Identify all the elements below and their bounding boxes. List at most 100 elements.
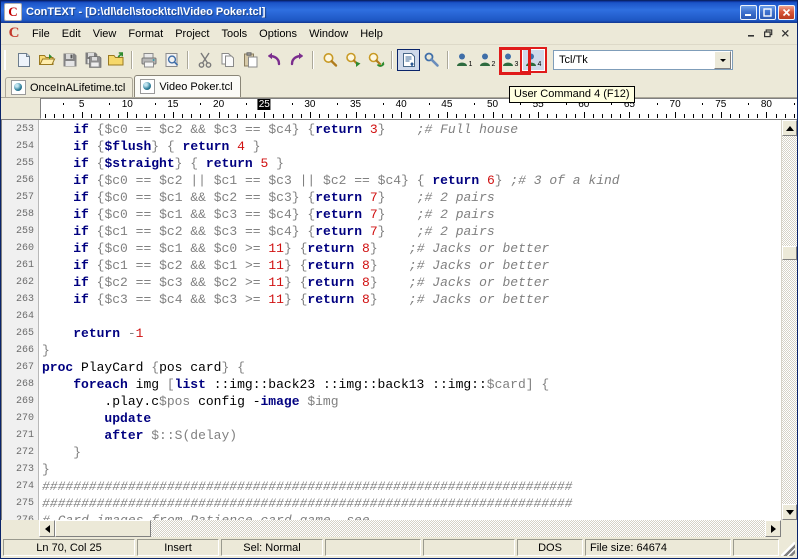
code-line[interactable]: if {$c0 == $c2 && $c3 == $c4} {return 3}…: [39, 121, 781, 138]
ruler-number: 20: [213, 99, 225, 110]
code-token: $c2: [323, 173, 347, 188]
code-line[interactable]: [39, 308, 781, 325]
user-command-1-icon[interactable]: 1: [453, 49, 476, 71]
ruler-tick: [693, 114, 695, 118]
highlighter-combo[interactable]: Tcl/Tk: [553, 50, 733, 70]
print-preview-icon[interactable]: [160, 49, 183, 71]
code-line[interactable]: proc PlayCard {pos card} {: [39, 359, 781, 376]
mdi-minimize-button[interactable]: [743, 27, 759, 41]
vertical-scroll-track[interactable]: [782, 136, 797, 504]
menu-item-help[interactable]: Help: [354, 25, 389, 43]
horizontal-scroll-thumb[interactable]: [55, 520, 151, 537]
toolbar-separator-3: [312, 51, 314, 69]
code-token: $c0: [213, 241, 238, 256]
menu-item-options[interactable]: Options: [253, 25, 303, 43]
ruler-tick: [702, 114, 704, 118]
new-file-icon[interactable]: [12, 49, 35, 71]
replace-icon[interactable]: [364, 49, 387, 71]
code-line[interactable]: if {$c0 == $c1 && $c3 == $c4} {return 7}…: [39, 206, 781, 223]
menu-item-project[interactable]: Project: [169, 25, 215, 43]
code-token: .play.c: [104, 394, 160, 409]
close-button[interactable]: [778, 4, 795, 20]
file-properties-icon[interactable]: [397, 49, 420, 71]
horizontal-scroll-track[interactable]: [55, 520, 765, 537]
menu-item-format[interactable]: Format: [122, 25, 169, 43]
code-line[interactable]: if {$c0 == $c1 && $c2 == $c3} {return 7}…: [39, 189, 781, 206]
copy-icon[interactable]: [216, 49, 239, 71]
compile-icon[interactable]: [420, 49, 443, 71]
scroll-down-button[interactable]: [782, 504, 797, 520]
toolbar-grip[interactable]: [4, 50, 8, 70]
code-line[interactable]: if {$c0 == $c2 || $c1 == $c3 || $c2 == $…: [39, 172, 781, 189]
find-next-icon[interactable]: [341, 49, 364, 71]
code-token: $c4: [377, 173, 402, 188]
code-text-area[interactable]: if {$c0 == $c2 && $c3 == $c4} {return 3}…: [39, 120, 781, 520]
code-line[interactable]: if {$c1 == $c2 && $c3 == $c4} {return 7}…: [39, 223, 781, 240]
menu-item-view[interactable]: View: [87, 25, 123, 43]
code-line[interactable]: if {$c1 == $c2 && $c1 >= 11} {return 8} …: [39, 257, 781, 274]
find-icon[interactable]: [318, 49, 341, 71]
menu-item-tools[interactable]: Tools: [215, 25, 253, 43]
minimize-button[interactable]: [740, 4, 757, 20]
code-line[interactable]: after $::S(delay): [39, 427, 781, 444]
vertical-scrollbar[interactable]: [781, 120, 797, 520]
mdi-close-button[interactable]: [777, 27, 793, 41]
scroll-left-button[interactable]: [39, 520, 55, 537]
code-line[interactable]: return -1: [39, 325, 781, 342]
code-token: if: [73, 258, 89, 273]
vertical-scroll-thumb[interactable]: [782, 246, 797, 260]
code-line[interactable]: .play.c$pos config -image $img: [39, 393, 781, 410]
code-token: &&: [190, 224, 206, 239]
user-command-3-icon[interactable]: 3: [499, 49, 522, 71]
code-line[interactable]: }: [39, 461, 781, 478]
code-token: }: [291, 122, 300, 137]
code-line[interactable]: }: [39, 342, 781, 359]
menu-item-edit[interactable]: Edit: [56, 25, 87, 43]
cut-icon[interactable]: [193, 49, 216, 71]
code-line[interactable]: # Card images from Patience card game, s…: [39, 512, 781, 520]
editor-area: 253 254 255 256 257 258 259 260 261 262 263 264 265 2…: [1, 119, 797, 520]
code-line[interactable]: if {$c2 == $c3 && $c2 >= 11} {return 8} …: [39, 274, 781, 291]
save-file-icon[interactable]: [58, 49, 81, 71]
code-line[interactable]: }: [39, 444, 781, 461]
menu-item-window[interactable]: Window: [303, 25, 354, 43]
code-line[interactable]: update: [39, 410, 781, 427]
tab-onceinalifetime[interactable]: OnceInALifetime.tcl: [5, 77, 134, 97]
mdi-restore-button[interactable]: [760, 27, 776, 41]
save-all-icon[interactable]: [81, 49, 104, 71]
undo-icon[interactable]: [262, 49, 285, 71]
code-token: $flush: [104, 139, 152, 154]
horizontal-scrollbar[interactable]: [39, 520, 781, 537]
code-token: $c0: [104, 207, 128, 222]
code-line[interactable]: if {$flush} { return 4 }: [39, 138, 781, 155]
code-line[interactable]: ########################################…: [39, 478, 781, 495]
menu-item-file[interactable]: File: [26, 25, 56, 43]
code-line[interactable]: if {$c3 == $c4 && $c3 >= 11} {return 8} …: [39, 291, 781, 308]
ruler-tick: [136, 114, 138, 118]
user-command-2-icon[interactable]: 2: [476, 49, 499, 71]
ruler-tick: [538, 112, 540, 118]
open-file-icon[interactable]: [35, 49, 58, 71]
chevron-down-icon[interactable]: [714, 51, 731, 69]
open-project-icon[interactable]: [104, 49, 127, 71]
paste-icon[interactable]: [239, 49, 262, 71]
resize-grip-icon[interactable]: [781, 542, 795, 556]
code-token: return: [307, 258, 355, 273]
scroll-up-button[interactable]: [782, 120, 797, 136]
code-line[interactable]: if {$straight} { return 5 }: [39, 155, 781, 172]
code-token: return: [315, 190, 363, 205]
redo-icon[interactable]: [285, 49, 308, 71]
user-command-4-icon[interactable]: 4: [520, 47, 547, 73]
line-number: 255: [15, 158, 34, 169]
code-token: return: [315, 122, 363, 137]
scroll-right-button[interactable]: [765, 520, 781, 537]
maximize-button[interactable]: [759, 4, 776, 20]
tab-video-poker[interactable]: Video Poker.tcl: [134, 75, 241, 97]
code-line[interactable]: ########################################…: [39, 495, 781, 512]
print-icon[interactable]: [137, 49, 160, 71]
code-line[interactable]: foreach img [list ::img::back23 ::img::b…: [39, 376, 781, 393]
code-line[interactable]: if {$c0 == $c1 && $c0 >= 11} {return 8} …: [39, 240, 781, 257]
